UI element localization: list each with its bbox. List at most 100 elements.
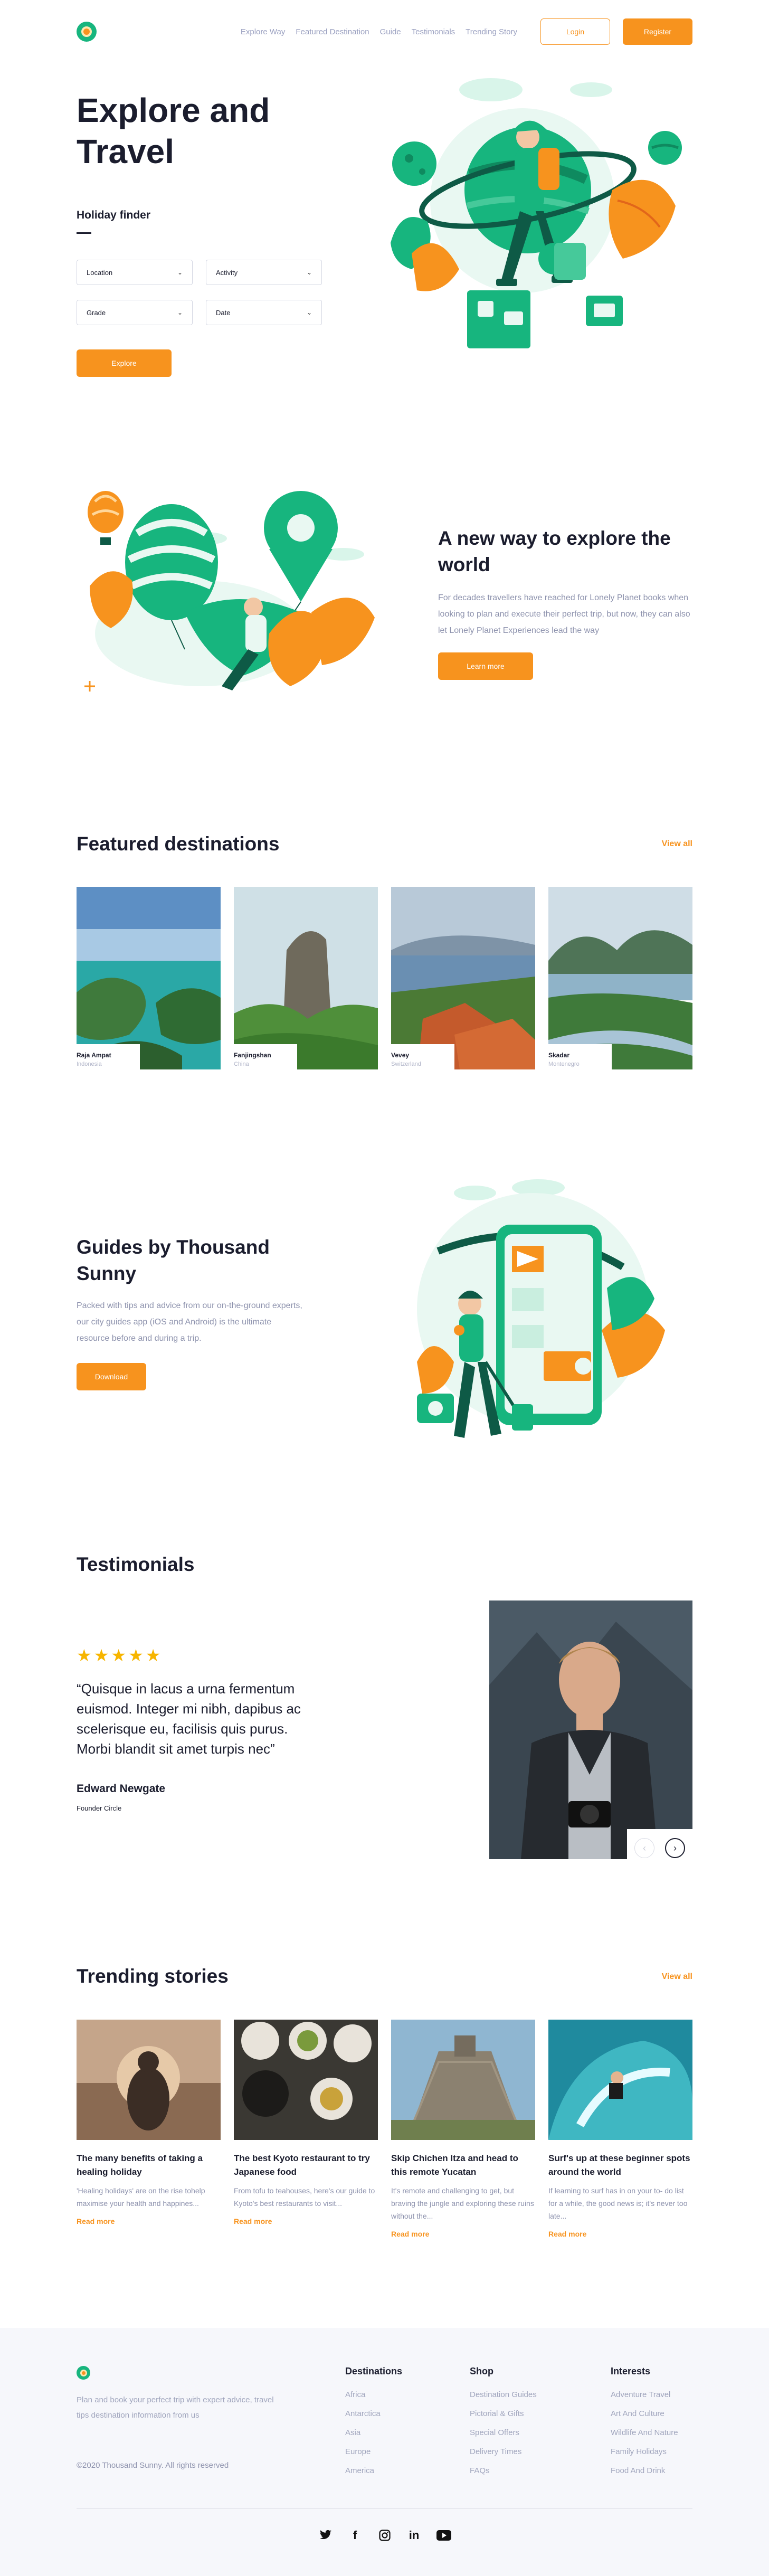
footer-link[interactable]: Delivery Times	[470, 2442, 537, 2461]
footer-link[interactable]: Adventure Travel	[611, 2385, 678, 2404]
explore-way-title: A new way to explore the world	[438, 527, 671, 575]
select-label: Activity	[216, 268, 238, 277]
youtube-icon[interactable]	[436, 2527, 452, 2543]
facebook-icon[interactable]: f	[347, 2527, 363, 2543]
testimonial-quote: “Quisque in lacus a urna fermentum euism…	[77, 1681, 301, 1757]
footer-link[interactable]: Europe	[345, 2442, 402, 2461]
twitter-icon[interactable]	[318, 2527, 334, 2543]
footer-column-title: Destinations	[345, 2366, 403, 2376]
story-image	[77, 2020, 221, 2140]
linkedin-icon[interactable]: in	[406, 2527, 422, 2543]
read-more-link[interactable]: Read more	[391, 2230, 535, 2238]
footer-link[interactable]: Wildlife And Nature	[611, 2423, 678, 2442]
date-select[interactable]: Date ⌄	[206, 300, 322, 325]
hero-title: Explore and Travel	[77, 91, 270, 171]
chevron-down-icon: ⌄	[177, 269, 183, 276]
chevron-down-icon: ⌄	[306, 309, 312, 316]
testimonials-title: Testimonials	[77, 1554, 195, 1575]
trending-view-all-link[interactable]: View all	[662, 1972, 692, 1982]
destination-country: Switzerland	[391, 1061, 421, 1067]
footer-link[interactable]: Africa	[345, 2385, 402, 2404]
select-label: Date	[216, 308, 231, 317]
instagram-icon[interactable]	[377, 2527, 393, 2543]
divider	[77, 232, 91, 234]
story-title: Skip Chichen Itza and head to this remot…	[391, 2153, 518, 2177]
destination-label: Raja Ampat Indonesia	[77, 1044, 140, 1069]
footer-link[interactable]: Family Holidays	[611, 2442, 678, 2461]
destination-name: Raja Ampat	[77, 1052, 111, 1059]
nav-link-guide[interactable]: Guide	[380, 27, 401, 36]
destination-image	[77, 887, 221, 1069]
destination-card[interactable]: Skadar Montenegro	[548, 887, 692, 1069]
destination-name: Vevey	[391, 1052, 410, 1059]
story-card[interactable]: The best Kyoto restaurant to try Japanes…	[234, 2020, 378, 2225]
prev-arrow-button[interactable]: ‹	[634, 1838, 654, 1858]
destination-image	[548, 887, 692, 1069]
read-more-link[interactable]: Read more	[234, 2217, 378, 2225]
destination-label: Vevey Switzerland	[391, 1044, 454, 1069]
story-card[interactable]: Surf's up at these beginner spots around…	[548, 2020, 692, 2238]
destination-card[interactable]: Fanjingshan China	[234, 887, 378, 1069]
read-more-link[interactable]: Read more	[77, 2217, 221, 2225]
footer-link[interactable]: America	[345, 2461, 402, 2480]
testimonial-photo	[489, 1600, 692, 1859]
footer-link[interactable]: Pictorial & Gifts	[470, 2404, 537, 2423]
destination-card[interactable]: Raja Ampat Indonesia	[77, 887, 221, 1069]
story-card[interactable]: The many benefits of taking a healing ho…	[77, 2020, 221, 2225]
destination-label: Fanjingshan China	[234, 1044, 297, 1069]
star-icon: ★	[128, 1646, 144, 1665]
star-icon: ★	[111, 1646, 127, 1665]
star-icon: ★	[145, 1646, 161, 1665]
learn-more-button[interactable]: Learn more	[438, 652, 533, 680]
top-nav: Explore Way Featured Destination Guide T…	[77, 18, 692, 45]
footer-logo[interactable]	[77, 2366, 90, 2380]
destination-country: Indonesia	[77, 1061, 102, 1067]
social-links: f in	[0, 2527, 769, 2543]
destination-country: Montenegro	[548, 1061, 580, 1067]
read-more-link[interactable]: Read more	[548, 2230, 692, 2238]
featured-view-all-link[interactable]: View all	[662, 839, 692, 849]
register-button[interactable]: Register	[623, 18, 692, 45]
story-card[interactable]: Skip Chichen Itza and head to this remot…	[391, 2020, 535, 2238]
story-image	[548, 2020, 692, 2140]
footer: Plan and book your perfect trip with exp…	[0, 2328, 769, 2576]
download-button[interactable]: Download	[77, 1363, 146, 1390]
footer-link[interactable]: Antarctica	[345, 2404, 402, 2423]
holiday-finder-label: Holiday finder	[77, 209, 151, 221]
select-label: Location	[87, 268, 113, 277]
trending-title: Trending stories	[77, 1965, 229, 1987]
nav-link-featured-destination[interactable]: Featured Destination	[296, 27, 369, 36]
footer-column-shop: Shop Destination Guides Pictorial & Gift…	[470, 2366, 537, 2480]
activity-select[interactable]: Activity ⌄	[206, 260, 322, 285]
brand-logo[interactable]	[77, 22, 97, 42]
destination-label: Skadar Montenegro	[548, 1044, 612, 1069]
testimonial-role: Founder Circle	[77, 1804, 122, 1812]
footer-link[interactable]: Destination Guides	[470, 2385, 537, 2404]
chevron-down-icon: ⌄	[177, 309, 183, 316]
nav-link-trending-story[interactable]: Trending Story	[466, 27, 517, 36]
location-select[interactable]: Location ⌄	[77, 260, 193, 285]
testimonial-author: Edward Newgate	[77, 1783, 166, 1795]
explore-button[interactable]: Explore	[77, 349, 172, 377]
nav-link-testimonials[interactable]: Testimonials	[412, 27, 455, 36]
chevron-down-icon: ⌄	[306, 269, 312, 276]
footer-link[interactable]: Asia	[345, 2423, 402, 2442]
destination-name: Fanjingshan	[234, 1052, 271, 1059]
footer-column-title: Shop	[470, 2366, 493, 2376]
footer-link[interactable]: Food And Drink	[611, 2461, 678, 2480]
footer-link[interactable]: Special Offers	[470, 2423, 537, 2442]
destination-card[interactable]: Vevey Switzerland	[391, 887, 535, 1069]
story-image	[391, 2020, 535, 2140]
traveller-illustration	[391, 78, 682, 348]
destination-image	[234, 887, 378, 1069]
footer-copyright: ©2020 Thousand Sunny. All rights reserve…	[77, 2461, 229, 2470]
grade-select[interactable]: Grade ⌄	[77, 300, 193, 325]
nav-link-explore-way[interactable]: Explore Way	[241, 27, 285, 36]
rating-stars: ★ ★ ★ ★ ★	[77, 1647, 160, 1664]
footer-divider	[77, 2508, 692, 2509]
destination-name: Skadar	[548, 1052, 570, 1059]
footer-link[interactable]: FAQs	[470, 2461, 537, 2480]
next-arrow-button[interactable]: ›	[665, 1838, 685, 1858]
login-button[interactable]: Login	[540, 18, 610, 45]
footer-link[interactable]: Art And Culture	[611, 2404, 678, 2423]
